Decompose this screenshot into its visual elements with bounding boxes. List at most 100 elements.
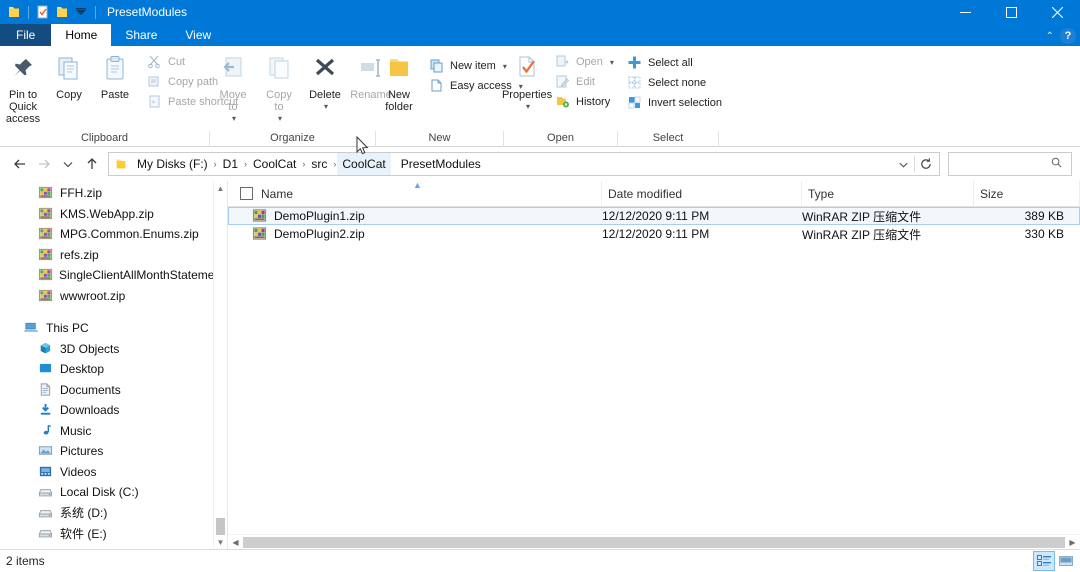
breadcrumb-item-my-disks-f[interactable]: My Disks (F:): [132, 153, 213, 175]
forward-button[interactable]: [32, 152, 56, 176]
sidebar-item[interactable]: KMS.WebApp.zip: [0, 204, 213, 225]
refresh-button[interactable]: [915, 153, 937, 175]
3d-objects-icon: [38, 341, 54, 357]
delete-button[interactable]: Delete ▾: [302, 50, 348, 113]
help-button[interactable]: ?: [1060, 28, 1076, 44]
scrollbar-track[interactable]: [243, 536, 1065, 548]
select-all-checkbox[interactable]: [240, 187, 253, 200]
close-button[interactable]: [1034, 0, 1080, 24]
open-label: Open: [576, 56, 603, 68]
breadcrumb-item-coolcat-inner[interactable]: CoolCat: [337, 153, 391, 175]
sidebar-item[interactable]: Pictures: [0, 441, 213, 462]
sidebar-item-label: wwwroot.zip: [60, 288, 126, 303]
pin-to-quick-access-button[interactable]: Pin to Quick access: [0, 50, 46, 125]
ribbon-group-new: New folder New item ▾ Easy access ▾ New: [376, 46, 523, 147]
pictures-icon: [38, 443, 54, 459]
properties-button[interactable]: Properties ▾: [502, 50, 552, 113]
move-to-button[interactable]: Move to ▾: [210, 50, 256, 125]
history-button[interactable]: History: [552, 92, 620, 112]
breadcrumb-item-presetmodules[interactable]: PresetModules: [396, 153, 486, 175]
sidebar-item[interactable]: Local Disk (C:): [0, 482, 213, 503]
select-none-label: Select none: [648, 77, 707, 89]
copy-to-icon: [264, 53, 294, 86]
maximize-button[interactable]: [988, 0, 1034, 24]
back-button[interactable]: [8, 152, 32, 176]
tab-view[interactable]: View: [171, 24, 225, 46]
sidebar-item-label: Desktop: [60, 362, 105, 377]
new-item-label: New item: [450, 60, 496, 72]
table-row[interactable]: DemoPlugin2.zip 12/12/2020 9:11 PM WinRAR …: [228, 225, 1080, 243]
zip-icon: [38, 226, 54, 242]
up-button[interactable]: [80, 152, 104, 176]
sidebar-item[interactable]: wwwroot.zip: [0, 286, 213, 307]
title-bar: PresetModules: [0, 0, 1080, 24]
invert-selection-button[interactable]: Invert selection: [624, 93, 728, 113]
toolbar-separator: [95, 5, 96, 19]
scroll-left-button[interactable]: ◀: [228, 535, 243, 550]
scrollbar-thumb[interactable]: [243, 536, 1065, 548]
recent-locations-button[interactable]: [56, 152, 80, 176]
drive-icon: [38, 484, 54, 500]
column-label-name: Name: [261, 186, 294, 201]
tab-home[interactable]: Home: [51, 24, 112, 46]
sidebar-item[interactable]: 系统 (D:): [0, 503, 213, 524]
new-folder-label: New folder: [385, 89, 413, 113]
ribbon-group-organize: Move to ▾ Copy to ▾ Delete ▾ Rename Orga…: [210, 46, 392, 147]
column-header-name[interactable]: Name ▲: [234, 180, 602, 207]
sidebar-item[interactable]: Music: [0, 421, 213, 442]
sidebar-item[interactable]: Desktop: [0, 359, 213, 380]
sidebar-item[interactable]: This PC: [0, 318, 213, 339]
breadcrumb-item-coolcat[interactable]: CoolCat: [248, 153, 301, 175]
breadcrumb-item-src[interactable]: src: [306, 153, 332, 175]
details-view-button[interactable]: [1033, 551, 1055, 571]
delete-icon: [310, 53, 340, 86]
sidebar-item[interactable]: 软件 (E:): [0, 523, 213, 544]
tab-share[interactable]: Share: [111, 24, 171, 46]
collapse-ribbon-icon[interactable]: ⌃: [1046, 31, 1054, 42]
address-bar[interactable]: My Disks (F:) › D1 › CoolCat › src › Coo…: [108, 152, 940, 176]
select-all-button[interactable]: Select all: [624, 53, 728, 73]
search-input[interactable]: [948, 152, 1072, 176]
chevron-down-icon[interactable]: [73, 4, 89, 20]
scroll-down-button[interactable]: ▼: [214, 535, 227, 549]
chevron-down-icon: ▾: [323, 102, 328, 111]
sidebar-item[interactable]: 3D Objects: [0, 339, 213, 360]
sidebar-item[interactable]: Videos: [0, 462, 213, 483]
sidebar-item[interactable]: refs.zip: [0, 245, 213, 266]
edit-button[interactable]: Edit: [552, 72, 620, 92]
large-icons-view-button[interactable]: [1056, 552, 1076, 570]
quick-access-toolbar: [0, 4, 99, 20]
breadcrumb-item-d1[interactable]: D1: [218, 153, 243, 175]
open-button[interactable]: Open ▾: [552, 52, 620, 72]
column-header-type[interactable]: Type: [802, 180, 974, 207]
properties-icon: [512, 53, 542, 86]
address-dropdown-button[interactable]: [892, 153, 914, 175]
scroll-right-button[interactable]: ▶: [1065, 535, 1080, 550]
file-list-pane: Name ▲ Date modified Type Size DemoPlugi…: [228, 180, 1080, 549]
paste-button[interactable]: Paste: [92, 50, 138, 101]
move-to-icon: [218, 53, 248, 86]
sidebar-item[interactable]: Downloads: [0, 400, 213, 421]
copy-button[interactable]: Copy: [46, 50, 92, 101]
table-row[interactable]: DemoPlugin1.zip 12/12/2020 9:11 PM WinRAR …: [228, 207, 1080, 225]
column-header-size[interactable]: Size: [974, 180, 1080, 207]
new-folder-button[interactable]: New folder: [376, 50, 422, 113]
folder-icon[interactable]: [54, 4, 70, 20]
copy-to-button[interactable]: Copy to ▾: [256, 50, 302, 125]
sidebar-item[interactable]: SingleClientAllMonthStatementPDFS: [0, 265, 213, 286]
select-none-button[interactable]: Select none: [624, 73, 728, 93]
sidebar-item[interactable]: MPG.Common.Enums.zip: [0, 224, 213, 245]
address-bar-actions: [892, 153, 937, 175]
tab-file[interactable]: File: [0, 24, 52, 46]
folder-icon[interactable]: [6, 4, 22, 20]
scroll-up-button[interactable]: ▲: [214, 181, 227, 195]
sidebar-item[interactable]: FFH.zip: [0, 183, 213, 204]
zip-icon: [38, 288, 54, 304]
column-header-date-modified[interactable]: Date modified: [602, 180, 802, 207]
properties-icon[interactable]: [35, 4, 51, 20]
navigation-scrollbar[interactable]: ▲ ▼: [213, 181, 227, 549]
horizontal-scrollbar[interactable]: ◀ ▶: [228, 534, 1080, 549]
chevron-down-icon: ▾: [231, 114, 236, 123]
minimize-button[interactable]: [942, 0, 988, 24]
sidebar-item[interactable]: Documents: [0, 380, 213, 401]
